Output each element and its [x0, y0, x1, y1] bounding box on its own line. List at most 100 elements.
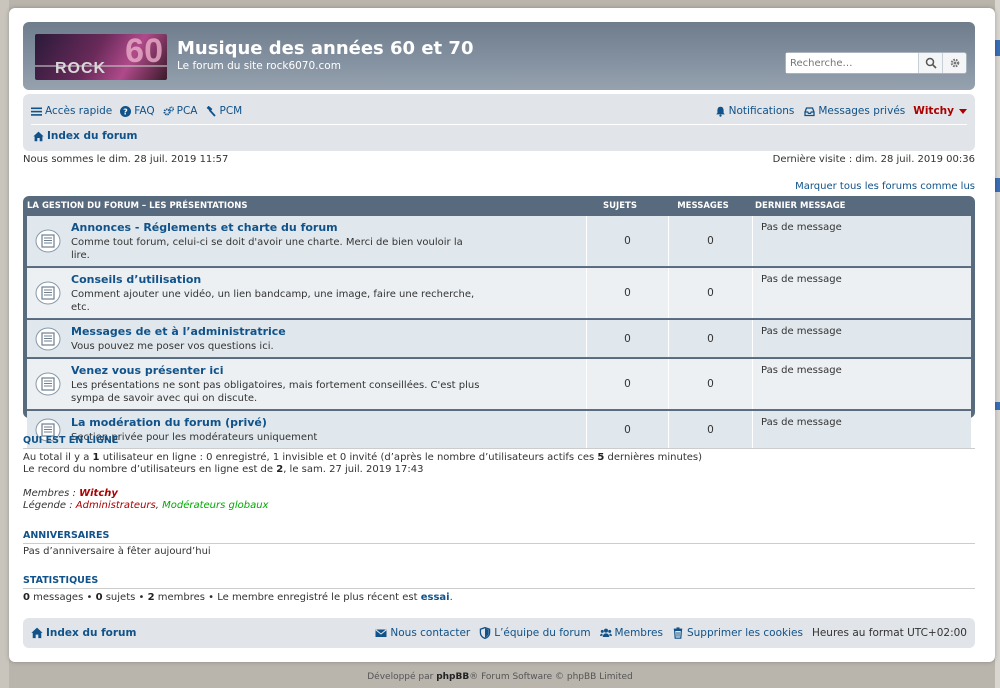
forum-read-icon[interactable] — [35, 372, 61, 396]
forum-read-icon[interactable] — [35, 229, 61, 253]
cogs-icon — [163, 106, 174, 115]
scroll-mark — [995, 402, 1000, 410]
forum-last-post: Pas de message — [761, 326, 842, 337]
logo-text: ROCK — [55, 60, 107, 77]
faq-label: FAQ — [134, 105, 155, 117]
forum-description: Comment ajouter une vidéo, un lien bandc… — [71, 289, 475, 313]
user-menu[interactable]: Witchy — [913, 105, 954, 117]
contact-link[interactable]: Nous contacter — [375, 627, 470, 639]
stat-topics-label: sujets • — [102, 592, 148, 603]
trash-icon — [673, 627, 683, 639]
forum-row: La modération du forum (privé) Section pr… — [27, 411, 971, 449]
home-icon — [33, 131, 44, 141]
logo-number: 60 — [125, 34, 163, 70]
mcp-link[interactable]: PCM — [205, 105, 242, 117]
forum-cell-name: Conseils d’utilisation Comment ajouter un… — [27, 268, 587, 318]
forum-read-icon[interactable] — [35, 281, 61, 305]
forum-read-icon[interactable] — [35, 327, 61, 351]
forum-topics-count: 0 — [587, 411, 669, 448]
timezone-info: Heures au format UTC+02:00 — [811, 627, 967, 639]
navbar: Accès rapide ? FAQ PCA PCM Notifications — [23, 94, 975, 151]
faq-link[interactable]: ? FAQ — [120, 105, 155, 117]
online-line2-pre: Le record du nombre d’utilisateurs en li… — [23, 464, 277, 475]
forum-description: Section privée pour les modérateurs uniq… — [71, 432, 318, 443]
footer-index-link[interactable]: Index du forum — [31, 627, 136, 639]
navbar-user-area: Notifications Messages privés Witchy — [705, 105, 967, 117]
forum-title-link[interactable]: Venez vous présenter ici — [71, 364, 586, 377]
notifications-label: Notifications — [728, 105, 795, 117]
forum-row: Conseils d’utilisation Comment ajouter un… — [27, 268, 971, 319]
notifications-link[interactable]: Notifications — [715, 105, 795, 117]
legend-administrators[interactable]: Administrateurs — [76, 500, 156, 511]
shield-icon — [479, 627, 491, 639]
forum-cell-name: Venez vous présenter ici Les présentation… — [27, 359, 587, 409]
gavel-icon — [207, 105, 217, 117]
birthdays-title: Anniversaires — [23, 530, 110, 541]
ucp-link[interactable]: PCA — [163, 105, 197, 117]
navbar-links: Accès rapide ? FAQ PCA PCM Notifications — [31, 102, 967, 120]
stat-members-label: membres • Le membre enregistré le plus r… — [154, 592, 421, 603]
forum-last-post: Pas de message — [761, 417, 842, 428]
forum-title-link[interactable]: Conseils d’utilisation — [71, 273, 586, 286]
last-visit: Dernière visite : dim. 28 juil. 2019 00:… — [772, 154, 975, 165]
forum-topics-count: 0 — [587, 320, 669, 357]
mcp-label: PCM — [219, 105, 243, 117]
search-button[interactable] — [918, 53, 942, 73]
forum-last-post: Pas de message — [761, 222, 842, 233]
powered-post: ® Forum Software © phpBB Limited — [469, 672, 633, 682]
category-title[interactable]: La gestion du forum – les présentations — [27, 201, 579, 211]
forum-title-link[interactable]: Messages de et à l’administratrice — [71, 325, 586, 338]
section-divider — [23, 543, 975, 544]
footer-index-label: Index du forum — [46, 627, 137, 639]
forum-title-link[interactable]: La modération du forum (privé) — [71, 416, 586, 429]
private-messages-link[interactable]: Messages privés — [804, 105, 905, 117]
members-link[interactable]: Membres — [599, 627, 663, 639]
forum-row: Annonces - Réglements et charte du forum… — [27, 216, 971, 267]
stat-posts: 0 — [23, 592, 30, 603]
team-link[interactable]: L’équipe du forum — [479, 627, 591, 639]
forum-cell-name: Messages de et à l’administratrice Vous p… — [27, 320, 587, 357]
search-box — [785, 52, 967, 74]
online-title[interactable]: Qui est en ligne — [23, 435, 118, 446]
forum-rows: Annonces - Réglements et charte du forum… — [27, 216, 971, 449]
advanced-search-button[interactable] — [942, 53, 966, 73]
forum-row: Messages de et à l’administratrice Vous p… — [27, 320, 971, 358]
quick-links-menu[interactable]: Accès rapide — [31, 105, 112, 117]
online-line1-pre: Au total il y a — [23, 452, 93, 463]
bell-icon — [715, 106, 725, 117]
team-label: L’équipe du forum — [494, 627, 591, 639]
forum-cell-name: Annonces - Réglements et charte du forum… — [27, 216, 587, 266]
newest-member-link[interactable]: essai — [421, 592, 450, 603]
forum-title-link[interactable]: Annonces - Réglements et charte du forum — [71, 221, 586, 234]
forum-list-header: La gestion du forum – les présentations … — [27, 196, 971, 216]
forum-last-post: Pas de message — [761, 365, 842, 376]
footer-links: Nous contacter L’équipe du forum Membres… — [366, 627, 967, 639]
svg-text:?: ? — [123, 107, 128, 116]
site-logo[interactable]: 60 ROCK — [35, 34, 167, 80]
page-wrapper: 60 ROCK Musique des années 60 et 70 Le f… — [9, 8, 995, 662]
mark-all-read-link[interactable]: Marquer tous les forums comme lus — [795, 181, 975, 192]
inbox-icon — [804, 106, 816, 116]
legend-global-moderators[interactable]: Modérateurs globaux — [162, 500, 268, 511]
forum-topics-count: 0 — [587, 268, 669, 318]
question-circle-icon: ? — [120, 105, 132, 117]
delete-cookies-link[interactable]: Supprimer les cookies — [672, 627, 803, 639]
chevron-down-icon[interactable] — [959, 108, 967, 114]
member-witchy[interactable]: Witchy — [79, 488, 118, 499]
phpbb-link[interactable]: phpBB — [436, 672, 469, 682]
column-posts: Messages — [677, 201, 729, 211]
forum-description: Vous pouvez me poser vos questions ici. — [71, 341, 274, 352]
members-label: Membres : — [23, 488, 80, 499]
powered-pre: Développé par — [367, 672, 437, 682]
statistics-text: 0 messages • 0 sujets • 2 membres • Le m… — [23, 592, 453, 604]
online-stats: Au total il y a 1 utilisateur en ligne :… — [23, 452, 702, 476]
forum-description: Les présentations ne sont pas obligatoir… — [71, 380, 480, 404]
search-input[interactable] — [786, 53, 918, 73]
stat-end: . — [449, 592, 453, 603]
online-count: 1 — [92, 452, 100, 463]
contact-label: Nous contacter — [390, 627, 471, 639]
members-label: Membres — [614, 627, 663, 639]
window-edge-right — [995, 0, 1000, 688]
breadcrumb[interactable]: Index du forum — [33, 130, 137, 142]
footer-navbar: Index du forum Nous contacter L’équipe d… — [23, 618, 975, 648]
